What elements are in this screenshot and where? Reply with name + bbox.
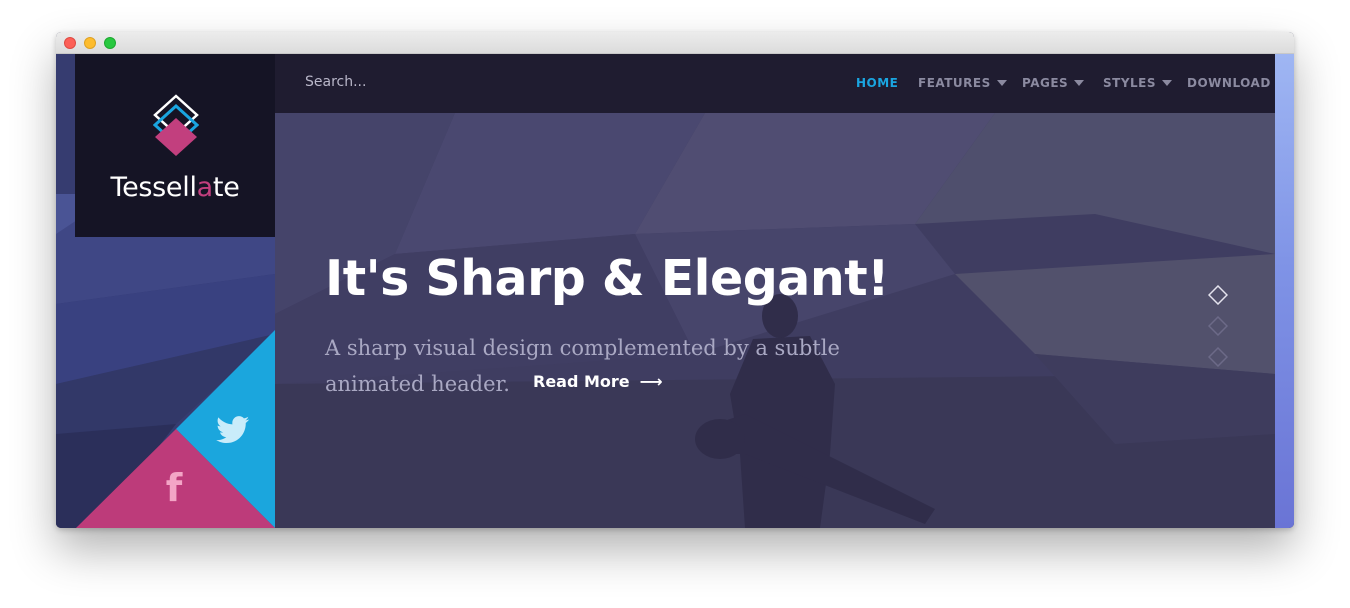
page-viewport: Tessellate f Search... HOME FEATURES PAG… — [56, 54, 1294, 528]
browser-window: Tessellate f Search... HOME FEATURES PAG… — [56, 32, 1294, 528]
arrow-right-icon: ⟶ — [639, 372, 663, 391]
close-window-button[interactable] — [64, 37, 76, 49]
hero-subtitle-line1: A sharp visual design complemented by a … — [325, 336, 840, 360]
page-edge-strip — [1275, 54, 1294, 528]
minimize-window-button[interactable] — [84, 37, 96, 49]
slider-dot-1[interactable] — [1208, 285, 1228, 305]
left-sidebar: Tessellate f — [56, 54, 275, 528]
hero-subtitle: A sharp visual design complemented by a … — [325, 330, 885, 402]
slider-dot-3[interactable] — [1208, 347, 1228, 367]
maximize-window-button[interactable] — [104, 37, 116, 49]
brand-name: Tessellate — [110, 172, 240, 203]
facebook-icon: f — [165, 466, 183, 510]
window-titlebar — [56, 32, 1294, 54]
twitter-link[interactable] — [216, 416, 252, 446]
read-more-link[interactable]: Read More ⟶ — [533, 372, 663, 391]
slider-dot-2[interactable] — [1208, 316, 1228, 336]
logo[interactable]: Tessellate — [75, 54, 275, 237]
twitter-icon — [216, 416, 250, 444]
hero-content: It's Sharp & Elegant! A sharp visual des… — [275, 54, 1275, 528]
facebook-link[interactable]: f — [159, 468, 189, 508]
hero-title: It's Sharp & Elegant! — [325, 250, 890, 307]
tessellate-logo-icon — [153, 94, 199, 156]
